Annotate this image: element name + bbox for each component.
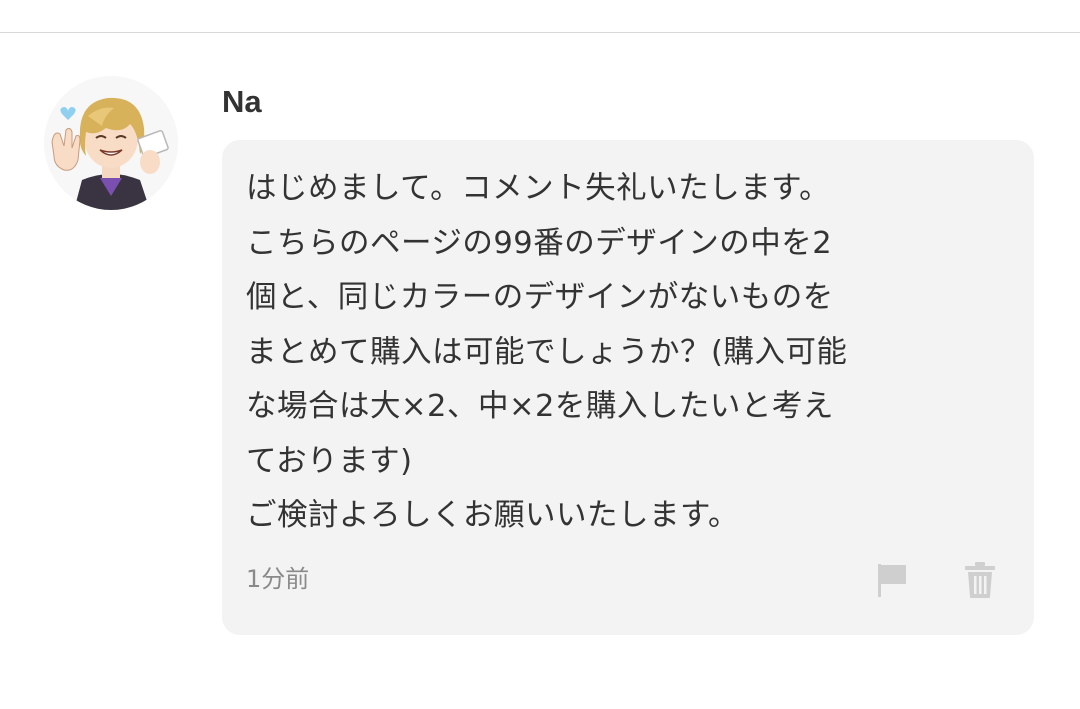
delete-button[interactable]: [958, 558, 1002, 602]
comment-bubble: はじめまして。コメント失礼いたします。 こちらのページの99番のデザインの中を2…: [222, 140, 1034, 635]
comment-item: Na はじめまして。コメント失礼いたします。 こちらのページの99番のデザインの…: [0, 0, 1080, 709]
avatar-illustration: [44, 76, 178, 210]
trash-icon: [965, 562, 995, 598]
avatar[interactable]: [44, 76, 178, 210]
comment-text: はじめまして。コメント失礼いたします。 こちらのページの99番のデザインの中を2…: [246, 171, 848, 533]
flag-icon: [878, 564, 906, 597]
report-button[interactable]: [870, 558, 914, 602]
timestamp: 1分前: [246, 565, 310, 593]
username[interactable]: Na: [222, 84, 262, 120]
